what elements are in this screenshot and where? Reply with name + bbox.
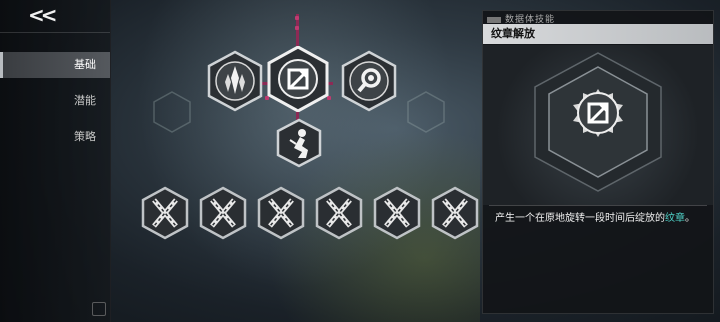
locked-skill-node[interactable]	[198, 186, 248, 240]
description-end: 。	[685, 213, 695, 224]
info-icon[interactable]	[92, 302, 106, 316]
description-main: 产生一个在原地旋转一段时间后绽放的	[495, 213, 665, 224]
locked-skill-node[interactable]	[140, 186, 190, 240]
tree-node-dot	[295, 16, 299, 20]
skill-node-figure[interactable]	[274, 118, 324, 168]
tab-potential[interactable]: 潜能	[0, 88, 110, 114]
panel-divider	[489, 205, 707, 206]
background-hex	[407, 91, 445, 133]
locked-skill-node[interactable]	[430, 186, 480, 240]
skill-node-emblem[interactable]	[267, 45, 329, 113]
locked-skill-node[interactable]	[314, 186, 364, 240]
locked-skill-node[interactable]	[256, 186, 306, 240]
skill-description: 产生一个在原地旋转一段时间后绽放的纹章。	[495, 211, 701, 227]
sidebar-divider	[0, 32, 110, 33]
back-button[interactable]: <<	[28, 4, 62, 26]
panel-title: 纹章解放	[483, 24, 713, 44]
skill-node-crystal[interactable]	[204, 50, 266, 112]
tab-basic[interactable]: 基础	[0, 52, 110, 78]
category-bar-icon	[487, 16, 501, 23]
skill-node-magnifier[interactable]	[338, 50, 400, 112]
sidebar: << 基础 潜能 策略	[0, 0, 111, 322]
tab-strategy[interactable]: 策略	[0, 124, 110, 150]
tree-node-dot	[295, 26, 299, 30]
skill-art	[483, 45, 713, 205]
description-keyword: 纹章	[665, 213, 685, 224]
background-hex	[153, 91, 191, 133]
skill-detail-panel: 数据体技能 纹章解放 产生一个在原地旋转一段时间后绽放的纹章。	[482, 10, 714, 314]
locked-skill-node[interactable]	[372, 186, 422, 240]
